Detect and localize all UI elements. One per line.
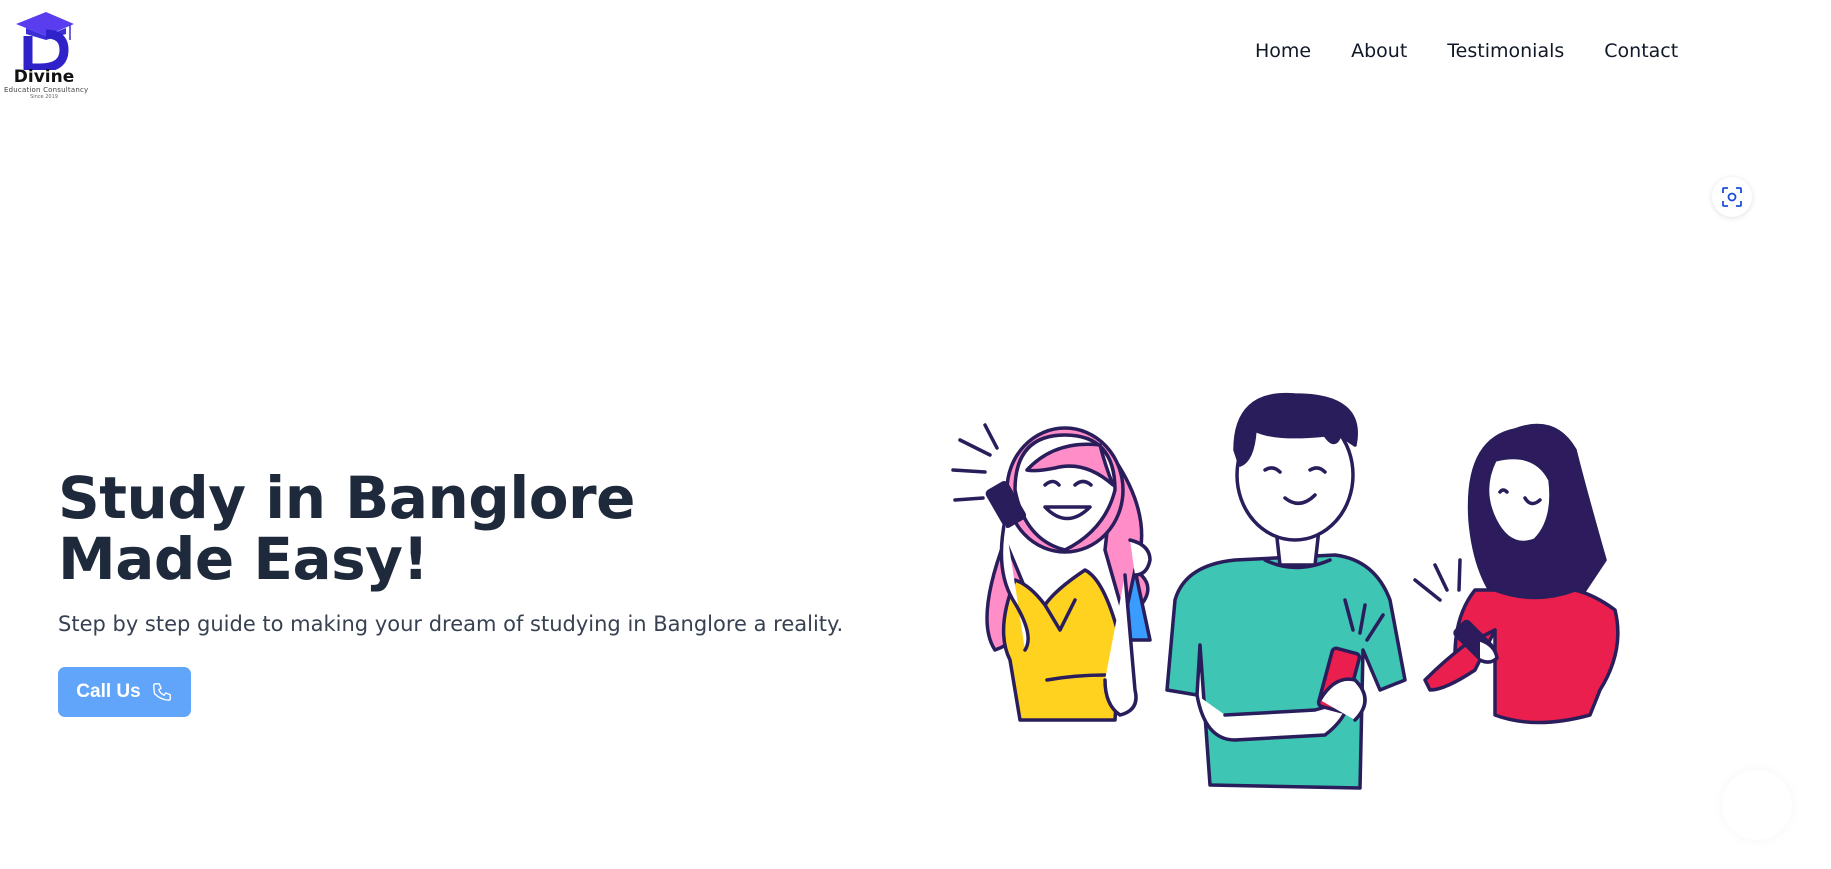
brand-tagline: Education Consultancy (4, 86, 89, 94)
nav-testimonials[interactable]: Testimonials (1447, 40, 1564, 62)
call-us-button[interactable]: Call Us (58, 667, 191, 717)
phone-icon (152, 683, 171, 701)
hero-title-line2: Made Easy! (58, 525, 429, 593)
nav-contact[interactable]: Contact (1604, 40, 1678, 62)
scan-icon (1722, 187, 1742, 207)
nav-home[interactable]: Home (1255, 40, 1311, 62)
brand-since: Since 2019 (30, 94, 58, 100)
brand-logo[interactable]: Divine Education Consultancy Since 2019 (4, 10, 89, 102)
main-nav: Home About Testimonials Contact (1255, 40, 1678, 62)
man-teal-shirt (1165, 392, 1407, 790)
floating-chat-button[interactable] (1722, 770, 1792, 840)
scan-button[interactable] (1712, 177, 1752, 217)
call-us-label: Call Us (76, 681, 141, 702)
graduation-cap-logo-icon (16, 12, 74, 70)
illustration-people-with-phones (951, 392, 1620, 790)
woman-pink-hair (951, 423, 1152, 722)
brand-name: Divine (13, 67, 75, 87)
hero-title: Study in Banglore Made Easy! (58, 468, 818, 590)
nav-about[interactable]: About (1351, 40, 1407, 62)
hero-subtitle: Step by step guide to making your dream … (58, 612, 844, 636)
page: Divine Education Consultancy Since 2019 … (0, 0, 1831, 869)
woman-dark-hair (1413, 423, 1620, 725)
hero-title-line1: Study in Banglore (58, 464, 636, 532)
